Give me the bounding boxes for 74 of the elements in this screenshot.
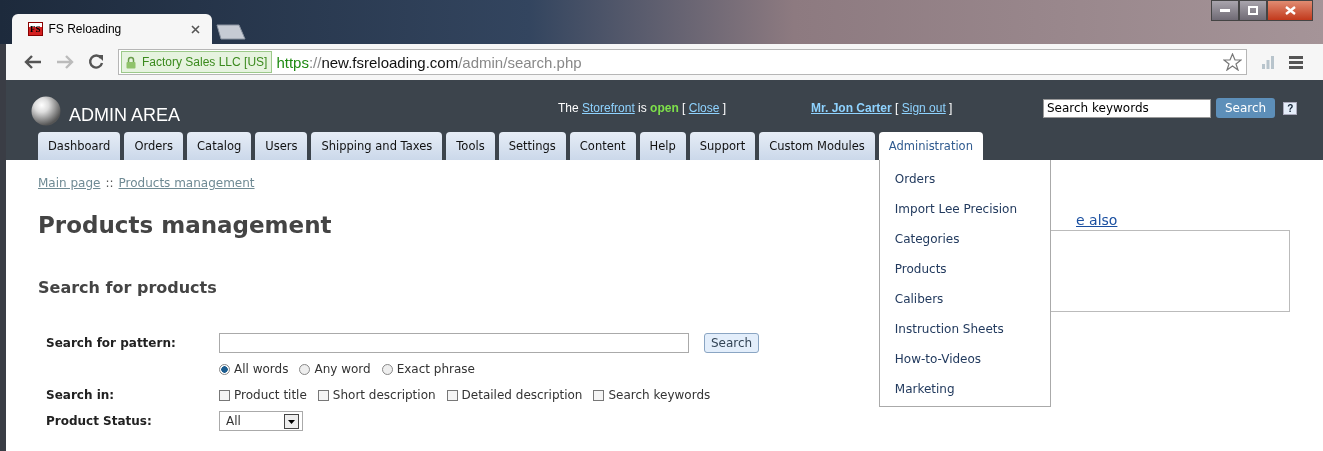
menu-item[interactable]: Instruction Sheets — [879, 314, 1050, 344]
search-button[interactable]: Search — [704, 333, 760, 353]
menu-item[interactable]: Marketing — [879, 374, 1050, 404]
new-tab-button[interactable] — [216, 24, 246, 40]
menu-icon[interactable] — [1289, 55, 1303, 69]
sign-out-link[interactable]: Sign out — [901, 101, 946, 115]
nav-tab[interactable]: Help — [639, 132, 686, 160]
maximize-button[interactable] — [1239, 0, 1267, 21]
option-label: All words — [234, 362, 289, 376]
menu-item[interactable]: Calibers — [879, 284, 1050, 314]
close-icon — [1284, 6, 1296, 15]
radio-button[interactable] — [381, 363, 393, 375]
back-icon[interactable] — [24, 55, 42, 69]
checkbox[interactable] — [219, 389, 230, 401]
nav-tab[interactable]: Users — [255, 132, 308, 160]
address-bar[interactable]: Factory Sales LLC [US] https://new.fsreloading.com/admin/search.php — [118, 49, 1247, 75]
radio-button[interactable] — [219, 363, 230, 375]
menu-item[interactable]: Orders — [879, 164, 1050, 194]
url-text: https://new.fsreloading.com/admin/search.php — [276, 53, 583, 71]
help-button[interactable]: ? — [1283, 101, 1298, 115]
nav-tab[interactable]: Administration — [878, 132, 983, 160]
nav-tab[interactable]: Settings — [498, 132, 566, 160]
option-label: Search keywords — [608, 388, 711, 402]
admin-area-title: ADMIN AREA — [69, 105, 181, 126]
user-info-text: Mr. Jon Carter [ Sign out ] — [811, 101, 954, 115]
option-label: Detailed description — [461, 388, 583, 402]
reload-icon[interactable] — [88, 54, 104, 70]
nav-tab[interactable]: Dashboard — [38, 132, 121, 160]
option-label: Short description — [332, 388, 436, 402]
breadcrumb-link[interactable]: Products management — [118, 176, 255, 190]
site-favicon: FS — [28, 22, 43, 36]
minimize-button[interactable] — [1211, 0, 1239, 21]
checkbox[interactable] — [593, 389, 605, 401]
section-title: Search for products — [38, 278, 217, 299]
user-name-link[interactable]: Mr. Jon Carter — [811, 101, 892, 115]
field-label: Search for pattern: — [46, 336, 177, 350]
close-store-link[interactable]: Close — [688, 101, 720, 115]
store-status-text: The Storefront is open [ Close ] — [558, 101, 728, 115]
option-label: Product title — [234, 388, 307, 402]
page-title: Products management — [38, 212, 332, 240]
breadcrumb-separator: :: — [105, 176, 114, 190]
field-label: Product Status: — [46, 414, 153, 428]
nav-tab[interactable]: Orders — [124, 132, 184, 160]
checkbox[interactable] — [317, 389, 329, 401]
nav-tab[interactable]: Content — [569, 132, 636, 160]
status-select[interactable]: All — [219, 411, 303, 431]
nav-tab[interactable]: Catalog — [187, 132, 252, 160]
close-icon[interactable] — [191, 24, 200, 34]
storefront-link[interactable]: Storefront — [582, 101, 635, 115]
keyword-search-field[interactable]: Search keywords — [1043, 98, 1211, 118]
field-label: Search in: — [46, 388, 116, 402]
sphere-logo-icon — [31, 96, 61, 126]
nav-tab[interactable]: Shipping and Taxes — [311, 132, 443, 160]
padlock-icon — [126, 55, 136, 69]
side-panel-heading[interactable]: e also — [1076, 212, 1290, 228]
breadcrumb-link[interactable]: Main page — [38, 176, 101, 190]
pattern-input-field[interactable] — [219, 333, 689, 353]
maximize-icon — [1248, 6, 1258, 15]
nav-tab[interactable]: Custom Modules — [759, 132, 875, 160]
nav-tab[interactable]: Support — [689, 132, 756, 160]
option-label: Any word — [314, 362, 371, 376]
close-button[interactable] — [1267, 0, 1313, 21]
minimize-icon — [1220, 8, 1230, 13]
menu-item[interactable]: Import Lee Precision — [879, 194, 1050, 224]
radio-button[interactable] — [299, 363, 311, 375]
security-badge[interactable]: Factory Sales LLC [US] — [121, 51, 273, 73]
menu-item[interactable]: How-to-Videos — [879, 344, 1050, 374]
menu-item[interactable]: Categories — [879, 224, 1050, 254]
star-icon[interactable] — [1223, 53, 1242, 71]
checkbox[interactable] — [446, 389, 458, 401]
nav-tab[interactable]: Tools — [446, 132, 495, 160]
menu-item[interactable]: Products — [879, 254, 1050, 284]
option-label: Exact phrase — [396, 362, 475, 376]
browser-tab[interactable]: FS FS Reloading — [12, 14, 212, 44]
